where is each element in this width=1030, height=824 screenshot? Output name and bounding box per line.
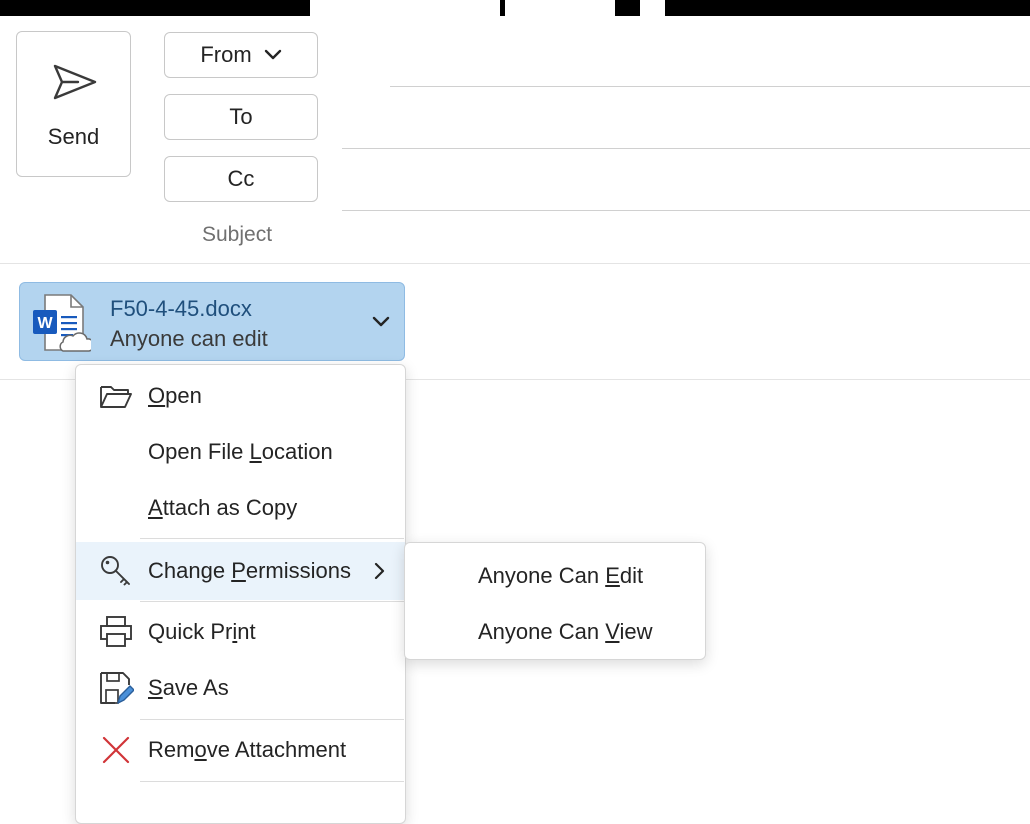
word-document-icon: W bbox=[33, 294, 91, 352]
subject-divider bbox=[0, 263, 1030, 264]
cc-field-line[interactable] bbox=[342, 210, 1030, 211]
svg-text:W: W bbox=[37, 315, 53, 332]
from-field-line bbox=[390, 86, 590, 87]
chevron-down-icon bbox=[264, 49, 281, 60]
menu-item-label: Open bbox=[148, 383, 202, 408]
key-icon bbox=[101, 556, 130, 586]
menu-item-open-file-location[interactable]: Open File Location bbox=[76, 425, 405, 479]
attachment-context-menu: Open Open File Location Attach as Copy C… bbox=[75, 364, 406, 824]
attachment-file-name: F50-4-45.docx bbox=[110, 296, 252, 321]
permissions-submenu: Anyone Can Edit Anyone Can View bbox=[404, 542, 706, 660]
top-strip-gap bbox=[505, 0, 615, 16]
chevron-right-icon bbox=[374, 562, 385, 580]
menu-item-quick-print[interactable]: Quick Print bbox=[76, 605, 405, 659]
attachment-chip[interactable]: W F50-4-45.docx Anyone can edit bbox=[19, 282, 405, 361]
from-field-line bbox=[590, 86, 1030, 87]
menu-item-label: Quick Print bbox=[148, 619, 256, 644]
menu-item-label: Change Permissions bbox=[148, 558, 352, 583]
send-label: Send bbox=[47, 124, 100, 149]
send-button[interactable]: Send bbox=[16, 31, 131, 177]
attachment-permission: Anyone can edit bbox=[110, 326, 268, 351]
top-strip-gap bbox=[310, 0, 500, 16]
menu-item-label: Remove Attachment bbox=[148, 737, 347, 762]
submenu-item-anyone-can-view[interactable]: Anyone Can View bbox=[478, 619, 653, 645]
menu-separator bbox=[140, 719, 404, 720]
to-field-line[interactable] bbox=[342, 148, 1030, 149]
top-strip-gap bbox=[640, 0, 665, 16]
chevron-down-icon[interactable] bbox=[372, 316, 390, 328]
menu-item-label: Open File Location bbox=[148, 439, 333, 464]
send-icon bbox=[53, 64, 97, 100]
folder-open-icon bbox=[100, 386, 132, 408]
from-label: From bbox=[200, 42, 252, 67]
to-button[interactable]: To bbox=[164, 94, 318, 140]
remove-icon bbox=[102, 736, 130, 764]
save-as-icon bbox=[100, 672, 134, 704]
submenu-item-anyone-can-edit[interactable]: Anyone Can Edit bbox=[478, 563, 643, 589]
cc-button[interactable]: Cc bbox=[164, 156, 318, 202]
menu-item-label: Attach as Copy bbox=[148, 495, 298, 520]
menu-item-change-permissions[interactable]: Change Permissions bbox=[76, 542, 405, 600]
menu-item-attach-as-copy[interactable]: Attach as Copy bbox=[76, 481, 405, 535]
from-button[interactable]: From bbox=[164, 32, 318, 78]
menu-separator bbox=[140, 538, 404, 539]
cc-label: Cc bbox=[227, 166, 255, 191]
menu-item-label: Save As bbox=[148, 675, 229, 700]
menu-separator bbox=[140, 781, 404, 782]
printer-icon bbox=[100, 616, 132, 647]
menu-item-open[interactable]: Open bbox=[76, 369, 405, 423]
menu-item-remove-attachment[interactable]: Remove Attachment bbox=[76, 723, 405, 777]
to-label: To bbox=[229, 104, 253, 129]
subject-label[interactable]: Subject bbox=[202, 223, 272, 247]
menu-item-save-as[interactable]: Save As bbox=[76, 661, 405, 715]
menu-separator bbox=[140, 601, 404, 602]
